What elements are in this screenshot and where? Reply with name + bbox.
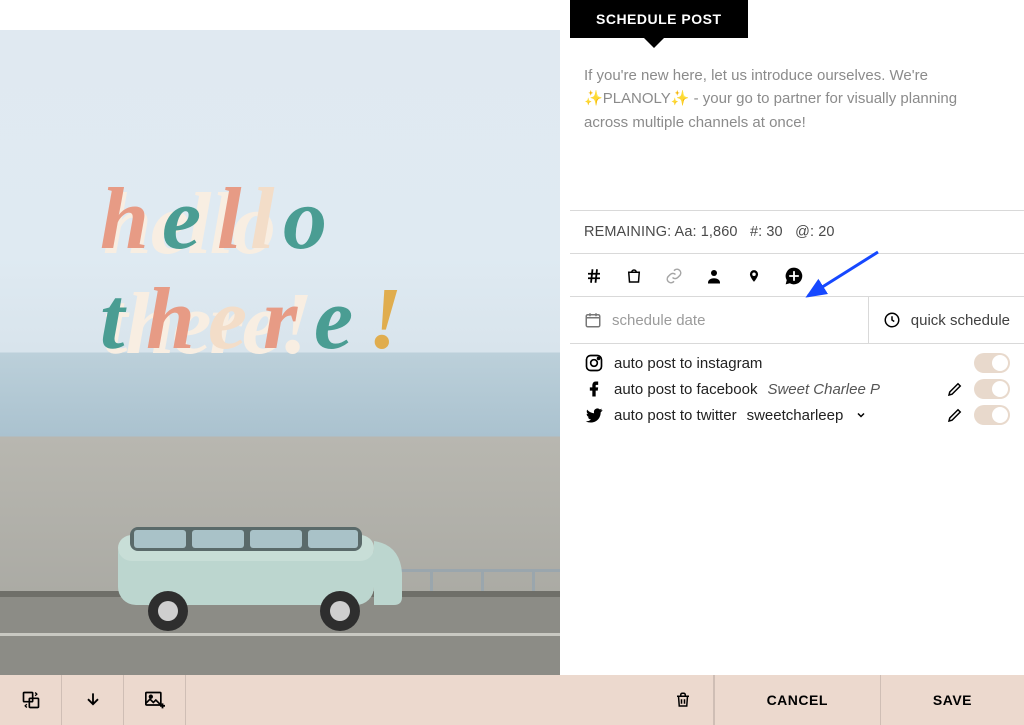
preview-image: hello there! h e l l o t h e r e !: [0, 30, 560, 675]
svg-text:e: e: [314, 271, 352, 368]
tab-pointer-icon: [644, 38, 664, 48]
autopost-twitter-label: auto post to twitter: [614, 407, 737, 424]
schedule-date-field[interactable]: schedule date: [570, 297, 869, 343]
hashtag-icon[interactable]: [584, 266, 604, 286]
autopost-twitter-toggle[interactable]: [974, 405, 1010, 425]
svg-text:!: !: [368, 271, 400, 368]
autopost-row-facebook: auto post to facebook Sweet Charlee P: [584, 376, 1010, 402]
save-label: SAVE: [933, 692, 972, 708]
autopost-row-instagram: auto post to instagram: [584, 350, 1010, 376]
svg-text:r: r: [263, 271, 298, 368]
remaining-at-label: @:: [795, 224, 814, 240]
svg-text:l: l: [250, 171, 275, 268]
remaining-aa-value: 1,860: [701, 224, 738, 240]
hello-there-text: hello there! h e l l o t h e r e !: [100, 160, 530, 420]
remaining-hash-label: #:: [750, 224, 762, 240]
shopping-bag-icon[interactable]: [624, 266, 644, 286]
caption-toolbar: [570, 254, 1024, 297]
svg-text:l: l: [217, 171, 242, 268]
autopost-list: auto post to instagram auto post to face…: [570, 344, 1024, 434]
facebook-icon: [584, 379, 604, 399]
remaining-at-value: 20: [818, 224, 834, 240]
edit-image-button[interactable]: [124, 675, 186, 725]
caption-brand: PLANOLY: [603, 90, 671, 107]
autopost-facebook-handle: Sweet Charlee P: [767, 381, 880, 398]
autopost-twitter-handle[interactable]: sweetcharleep: [747, 407, 844, 424]
quick-schedule-button[interactable]: quick schedule: [869, 297, 1024, 343]
autopost-facebook-label: auto post to facebook: [614, 381, 757, 398]
caption-line1: If you're new here, let us introduce our…: [584, 67, 928, 84]
sparkle-icon: ✨: [671, 90, 690, 107]
autopost-instagram-label: auto post to instagram: [614, 355, 762, 372]
van-illustration: [110, 493, 410, 633]
cancel-label: CANCEL: [767, 692, 828, 708]
edit-icon[interactable]: [946, 406, 964, 424]
media-preview: hello there! h e l l o t h e r e !: [0, 0, 570, 675]
cancel-button[interactable]: CANCEL: [714, 675, 880, 725]
clock-icon: [883, 311, 901, 329]
add-comment-icon[interactable]: [784, 266, 804, 286]
calendar-icon: [584, 311, 602, 329]
sparkle-icon: ✨: [584, 90, 603, 107]
location-pin-icon[interactable]: [744, 266, 764, 286]
instagram-icon: [584, 353, 604, 373]
schedule-post-tab[interactable]: SCHEDULE POST: [570, 0, 748, 38]
delete-button[interactable]: [654, 675, 714, 725]
remaining-hash-value: 30: [766, 224, 782, 240]
bottom-toolbar: CANCEL SAVE: [0, 675, 1024, 725]
tab-label: SCHEDULE POST: [596, 11, 722, 27]
svg-text:e: e: [208, 271, 246, 368]
swap-media-button[interactable]: [0, 675, 62, 725]
autopost-row-twitter: auto post to twitter sweetcharleep: [584, 402, 1010, 428]
download-button[interactable]: [62, 675, 124, 725]
autopost-instagram-toggle[interactable]: [974, 353, 1010, 373]
twitter-icon: [584, 405, 604, 425]
schedule-date-placeholder: schedule date: [612, 312, 705, 329]
svg-text:o: o: [283, 171, 325, 268]
chevron-down-icon[interactable]: [855, 409, 867, 421]
svg-text:h: h: [100, 171, 147, 268]
schedule-panel: SCHEDULE POST If you're new here, let us…: [570, 0, 1024, 675]
svg-text:e: e: [162, 171, 200, 268]
link-icon[interactable]: [664, 266, 684, 286]
edit-icon[interactable]: [946, 380, 964, 398]
autopost-facebook-toggle[interactable]: [974, 379, 1010, 399]
remaining-aa-label: Aa:: [675, 224, 697, 240]
quick-schedule-label: quick schedule: [911, 312, 1010, 329]
schedule-row: schedule date quick schedule: [570, 297, 1024, 344]
svg-text:h: h: [146, 271, 193, 368]
tag-person-icon[interactable]: [704, 266, 724, 286]
character-counter: REMAINING: Aa: 1,860 #: 30 @: 20: [570, 210, 1024, 254]
remaining-prefix: REMAINING:: [584, 224, 671, 240]
save-button[interactable]: SAVE: [880, 675, 1024, 725]
